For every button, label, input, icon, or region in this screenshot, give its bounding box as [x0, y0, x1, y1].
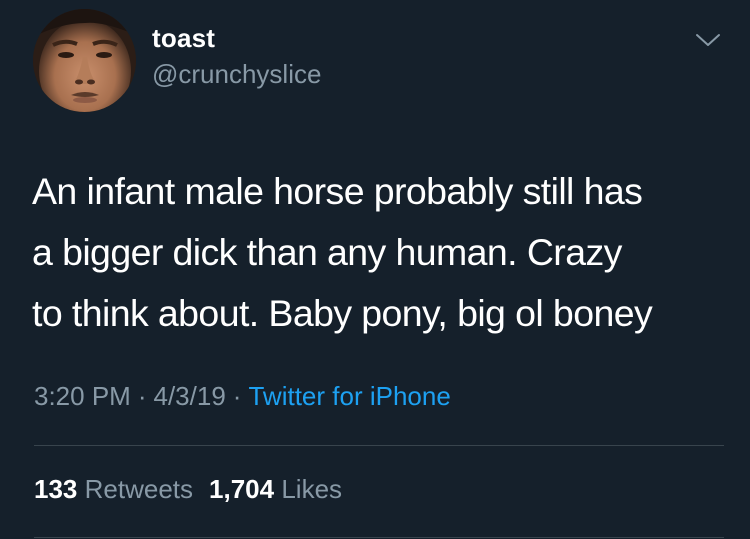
display-name[interactable]: toast [152, 23, 215, 54]
retweets-stat[interactable]: 133 Retweets [34, 474, 193, 504]
likes-count: 1,704 [209, 474, 275, 504]
tweet-time: 3:20 PM [34, 381, 131, 411]
retweets-label: Retweets [84, 474, 194, 504]
likes-label: Likes [281, 474, 343, 504]
tweet-metadata: 3:20 PM · 4/3/19 · Twitter for iPhone [34, 381, 451, 412]
divider [34, 537, 724, 538]
user-handle[interactable]: @crunchyslice [152, 59, 321, 90]
tweet-text-line: An infant male horse probably still has [32, 170, 643, 212]
chevron-down-icon[interactable] [694, 30, 722, 50]
avatar[interactable] [33, 9, 136, 112]
likes-stat[interactable]: 1,704 Likes [209, 474, 342, 504]
separator: · [232, 381, 242, 411]
tweet-source-link[interactable]: Twitter for iPhone [248, 381, 450, 411]
separator: · [137, 381, 147, 411]
divider [34, 445, 724, 446]
tweet-text-line: to think about. Baby pony, big ol boney [32, 292, 653, 334]
tweet-text-line: a bigger dick than any human. Crazy [32, 231, 622, 273]
engagement-stats: 133 Retweets 1,704 Likes [34, 474, 342, 505]
tweet-date: 4/3/19 [153, 381, 226, 411]
tweet-text: An infant male horse probably still has … [32, 161, 732, 344]
retweets-count: 133 [34, 474, 78, 504]
